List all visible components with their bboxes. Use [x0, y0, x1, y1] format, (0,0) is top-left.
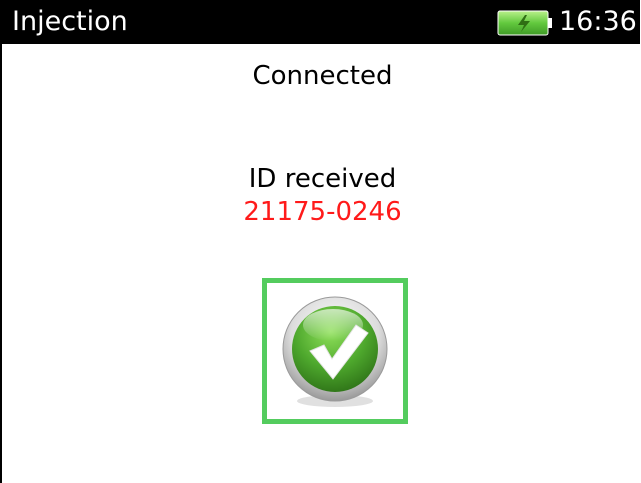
device-screen: Injection 16:36 Connected ID received 21…: [0, 0, 641, 483]
clock: 16:36: [559, 6, 637, 37]
battery-charging-icon: [497, 10, 553, 36]
success-checkmark-icon: [282, 296, 388, 407]
connection-status: Connected: [252, 61, 393, 91]
id-value: 21175-0246: [243, 197, 402, 227]
id-received-label: ID received: [248, 164, 397, 194]
screen-title: Injection: [12, 6, 128, 37]
success-frame: [262, 278, 408, 424]
title-bar: Injection 16:36: [2, 0, 640, 44]
